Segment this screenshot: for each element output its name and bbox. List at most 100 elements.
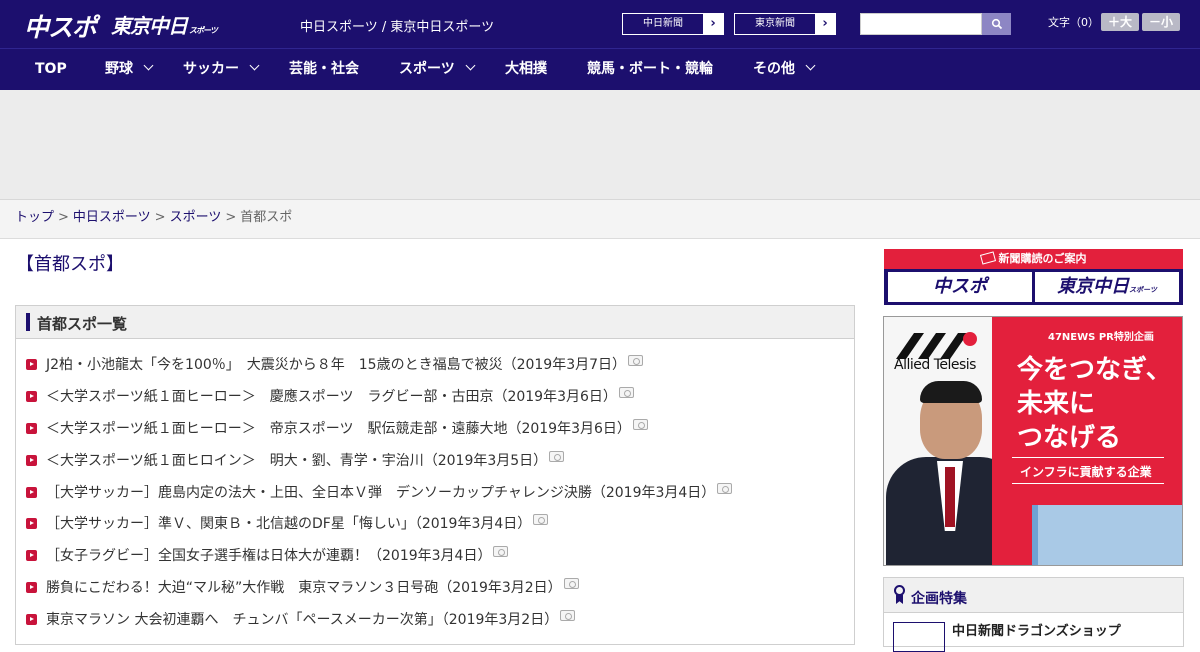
ad-banner-area [0,90,1200,200]
breadcrumb-current: 首都スポ [240,210,293,225]
camera-icon [533,514,549,525]
ad-person-hair [920,381,982,403]
ad-brand: Allied Telesis [894,357,976,373]
nav-label: TOP [35,61,67,77]
article-list-heading: 首都スポ一覧 [37,315,128,333]
article-link[interactable]: ［大学サッカー］準Ｖ、関東Ｂ・北信越のDF星「悔しい」（2019年3月4日） [46,516,531,532]
chunichi-shimbun-label: 中日新聞 [623,14,703,34]
nav-label: 芸能・社会 [289,61,359,77]
tokyo-logo-sub: スポーツ [189,26,218,35]
bullet-arrow-icon [26,581,37,593]
nav-soccer[interactable]: サッカー [183,49,260,91]
article-link[interactable]: ＜大学スポーツ紙１面ヒロイン＞ 明大・劉、青学・宇治川（2019年3月5日） [46,453,547,469]
camera-icon [717,483,733,494]
camera-icon [493,546,509,557]
subscription-box[interactable]: 新聞購読のご案内 中スポ 東京中日スポーツ [884,249,1183,305]
bullet-arrow-icon [26,454,37,466]
ad-headline-1: 今をつなぎ、 [1017,355,1172,385]
subscribe-tokyo-chunichi-logo[interactable]: 東京中日スポーツ [1035,272,1179,302]
text-size-down-button[interactable]: －小 [1142,13,1180,31]
camera-icon [549,451,565,462]
site-names: 中日スポーツ / 東京中日スポーツ [300,20,495,35]
tokyo-chunichi-logo[interactable]: 東京中日 スポーツ [111,10,218,39]
main-nav: TOP 野球 サッカー 芸能・社会 スポーツ 大相撲 競馬・ボート・競輪 その他 [0,48,1200,90]
ad-subline: インフラに貢献する企業 [1020,465,1152,479]
breadcrumb-separator: > [58,210,69,225]
article-link[interactable]: ［女子ラグビー］全国女子選手権は日体大が連覇！（2019年3月4日） [46,548,491,564]
search-button[interactable] [982,13,1011,35]
nav-top[interactable]: TOP [35,49,67,91]
nav-entertainment[interactable]: 芸能・社会 [289,49,359,91]
search-icon [991,18,1002,30]
nav-baseball[interactable]: 野球 [105,49,154,91]
camera-icon [560,610,576,621]
chevron-down-icon [143,60,154,71]
breadcrumb-separator: > [225,210,237,225]
ad-photo-panel: Allied Telesis [884,317,1020,565]
page-title: 【首都スポ】 [16,254,124,275]
ad-divider [1012,483,1164,484]
nav-racing[interactable]: 競馬・ボート・競輪 [587,49,713,91]
article-link[interactable]: 勝負にこだわる！大迫“マル秘”大作戦 東京マラソン３日号砲（2019年3月2日） [46,580,562,596]
nav-label: 大相撲 [505,61,547,77]
bullet-arrow-icon [26,358,37,370]
text-size-label: 文字（0） [1048,16,1099,29]
subscribe-chuspo-logo[interactable]: 中スポ [888,272,1032,302]
article-link[interactable]: ［大学サッカー］鹿島内定の法大・上田、全日本Ｖ弾 デンソーカップチャレンジ決勝（… [46,485,715,501]
feature-heading: 企画特集 [911,591,967,607]
nav-label: その他 [753,61,795,77]
chuspo-logo[interactable]: 中スポ [24,8,97,44]
nav-label: 野球 [105,61,133,77]
article-list-box: 首都スポ一覧 J2柏・小池龍太「今を100％」 大震災から８年 15歳のとき福島… [15,305,855,645]
list-item[interactable]: ［大学サッカー］鹿島内定の法大・上田、全日本Ｖ弾 デンソーカップチャレンジ決勝（… [26,482,733,502]
camera-icon [632,419,648,430]
breadcrumb-top[interactable]: トップ [15,210,54,225]
list-item[interactable]: 勝負にこだわる！大迫“マル秘”大作戦 東京マラソン３日号砲（2019年3月2日） [26,577,579,597]
feature-header: 企画特集 [884,578,1183,613]
ad-headline-2: 未来に [1017,389,1096,419]
bullet-arrow-icon [26,390,37,402]
article-link[interactable]: ＜大学スポーツ紙１面ヒーロー＞ 慶應スポーツ ラグビー部・古田京（2019年3月… [46,389,617,405]
text-size-up-button[interactable]: ＋大 [1101,13,1139,31]
list-item[interactable]: ［女子ラグビー］全国女子選手権は日体大が連覇！（2019年3月4日） [26,545,509,565]
list-item[interactable]: J2柏・小池龍太「今を100％」 大震災から８年 15歳のとき福島で被災（201… [26,354,644,374]
breadcrumb-chunichi-sports[interactable]: 中日スポーツ [73,210,151,225]
bullet-arrow-icon [26,517,37,529]
article-link[interactable]: J2柏・小池龍太「今を100％」 大震災から８年 15歳のとき福島で被災（201… [46,357,626,373]
feature-thumbnail[interactable] [893,622,945,652]
article-link[interactable]: 東京マラソン 大会初連覇へ チュンバ「ペースメーカー次第」（2019年3月2日） [46,612,558,628]
chevron-right-icon: › [822,16,828,31]
breadcrumb-sports[interactable]: スポーツ [170,210,222,225]
subscription-header: 新聞購読のご案内 [884,249,1183,269]
pr-advertisement[interactable]: Allied Telesis 47NEWS PR特別企画 今をつなぎ、 未来に … [883,316,1183,566]
tokyo-shimbun-link[interactable]: 東京新聞 › [734,13,836,35]
article-list-header: 首都スポ一覧 [16,306,854,339]
nav-label: 競馬・ボート・競輪 [587,61,713,77]
list-item[interactable]: ＜大学スポーツ紙１面ヒーロー＞ 慶應スポーツ ラグビー部・古田京（2019年3月… [26,386,634,406]
breadcrumb: トップ > 中日スポーツ > スポーツ > 首都スポ [0,200,1200,239]
nav-sumo[interactable]: 大相撲 [505,49,547,91]
nav-other[interactable]: その他 [753,49,816,91]
award-ribbon-tail-icon [896,595,903,604]
list-item[interactable]: ［大学サッカー］準Ｖ、関東Ｂ・北信越のDF星「悔しい」（2019年3月4日） [26,513,549,533]
bullet-arrow-icon [26,549,37,561]
search-input[interactable] [860,13,982,35]
subscribe-tokyo-main: 東京中日 [1057,276,1130,297]
list-item[interactable]: ＜大学スポーツ紙１面ヒロイン＞ 明大・劉、青学・宇治川（2019年3月5日） [26,450,565,470]
tokyo-shimbun-label: 東京新聞 [735,14,815,34]
ad-server-room-image [1032,505,1182,565]
subscription-heading: 新聞購読のご案内 [998,252,1087,265]
bullet-arrow-icon [26,486,37,498]
nav-sports[interactable]: スポーツ [399,49,476,91]
bullet-arrow-icon [26,422,37,434]
chevron-down-icon [249,60,260,71]
nav-label: サッカー [183,61,239,77]
ad-headline-3: つなげる [1017,423,1122,453]
list-item[interactable]: 東京マラソン 大会初連覇へ チュンバ「ペースメーカー次第」（2019年3月2日） [26,609,576,629]
tokyo-logo-main: 東京中日 [111,14,188,38]
list-item[interactable]: ＜大学スポーツ紙１面ヒーロー＞ 帝京スポーツ 駅伝競走部・遠藤大地（2019年3… [26,418,648,438]
newspaper-icon [979,251,996,265]
article-link[interactable]: ＜大学スポーツ紙１面ヒーロー＞ 帝京スポーツ 駅伝競走部・遠藤大地（2019年3… [46,421,631,437]
heading-bar [26,313,30,331]
chunichi-shimbun-link[interactable]: 中日新聞 › [622,13,724,35]
